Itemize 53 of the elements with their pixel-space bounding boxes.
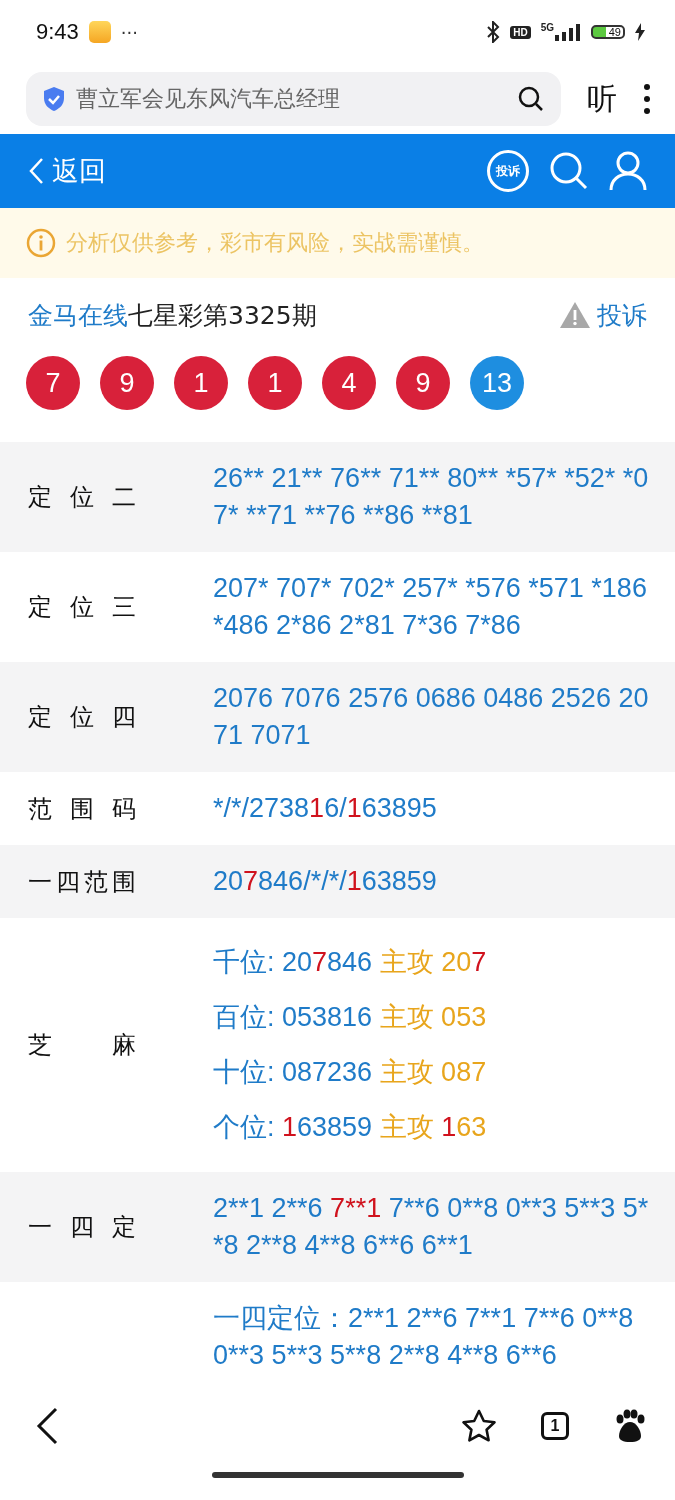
number-ball: 13 xyxy=(470,356,524,410)
number-ball: 4 xyxy=(322,356,376,410)
prediction-text: 207* 707* 702* 257* *576 *571 *186 *486 2*86 2*81 7*36 7*86 xyxy=(213,572,648,642)
prediction-text: 26** 21** 76** 71** 80** *57* *52* *07* **71 **76 **86 **81 xyxy=(213,462,650,532)
number-ball: 1 xyxy=(248,356,302,410)
row-label: 定 位 三 xyxy=(28,592,136,623)
row-label: 一四范围 xyxy=(28,866,136,898)
signal-icon xyxy=(555,23,581,41)
charging-icon xyxy=(635,23,645,41)
row-label: 一 四 定 xyxy=(28,1212,136,1243)
shield-check-icon xyxy=(42,86,66,112)
back-icon[interactable] xyxy=(36,1407,58,1445)
warning-icon xyxy=(559,301,591,329)
prediction-text: 2076 7076 2576 0686 0486 2526 2071 7071 xyxy=(213,682,650,752)
number-ball: 7 xyxy=(26,356,80,410)
number-ball: 1 xyxy=(174,356,228,410)
number-ball: 9 xyxy=(100,356,154,410)
star-icon[interactable] xyxy=(461,1409,497,1443)
prediction-text: 千位: 207846 主攻 207 xyxy=(213,946,488,979)
issue-title: 七星彩第3325期 xyxy=(128,299,317,332)
prediction-text: 百位: 053816 主攻 053 xyxy=(213,1001,488,1034)
search-icon[interactable] xyxy=(517,85,545,113)
site-name[interactable]: 金马在线 xyxy=(28,298,128,332)
menu-icon[interactable] xyxy=(643,83,651,115)
chevron-left-icon xyxy=(28,157,44,185)
risk-notice: 分析仅供参考，彩市有风险，实战需谨慎。 xyxy=(66,229,484,257)
row-label: 芝 麻 xyxy=(28,1030,136,1061)
listen-button[interactable]: 听 xyxy=(579,78,625,120)
more-notifications: ··· xyxy=(120,21,138,43)
prediction-text: 个位: 163859 主攻 163 xyxy=(213,1111,488,1144)
tab-count-button[interactable]: 1 xyxy=(541,1412,569,1440)
hd-indicator: HD xyxy=(510,25,531,39)
app-notification-icon xyxy=(88,21,111,43)
address-text: 曹立军会见东风汽车总经理 xyxy=(76,85,341,113)
number-ball: 9 xyxy=(396,356,450,410)
prediction-text: 207846/*/*/163859 xyxy=(213,865,438,898)
row-label: 范 围 码 xyxy=(28,793,136,825)
complaint-link[interactable]: 投诉 xyxy=(559,298,647,332)
info-icon xyxy=(26,228,56,258)
prediction-text: 一四定位：2**1 2**6 7**1 7**6 0**8 0**3 5**3 5**8 2**8 4**8 6**6 xyxy=(213,1302,635,1372)
prediction-text: 十位: 087236 主攻 087 xyxy=(213,1056,488,1089)
complaint-badge[interactable]: 投诉 xyxy=(487,150,529,192)
bluetooth-icon xyxy=(486,21,501,43)
back-button[interactable]: 返回 xyxy=(28,153,106,189)
prediction-text: */*/273816/163895 xyxy=(213,792,438,825)
row-label: 定 位 二 xyxy=(28,482,136,513)
user-icon[interactable] xyxy=(609,151,647,191)
battery-level: 49 xyxy=(591,25,625,39)
network-type: 5G xyxy=(540,23,554,33)
address-field[interactable]: 曹立军会见东风汽车总经理 xyxy=(26,72,561,126)
row-label: 定 位 四 xyxy=(28,702,136,733)
status-time: 9:43 xyxy=(36,19,79,45)
prediction-text: 2**1 2**6 7**1 7**6 0**8 0**3 5**3 5**8 2**8 4**8 6**6 6**1 xyxy=(213,1192,650,1262)
